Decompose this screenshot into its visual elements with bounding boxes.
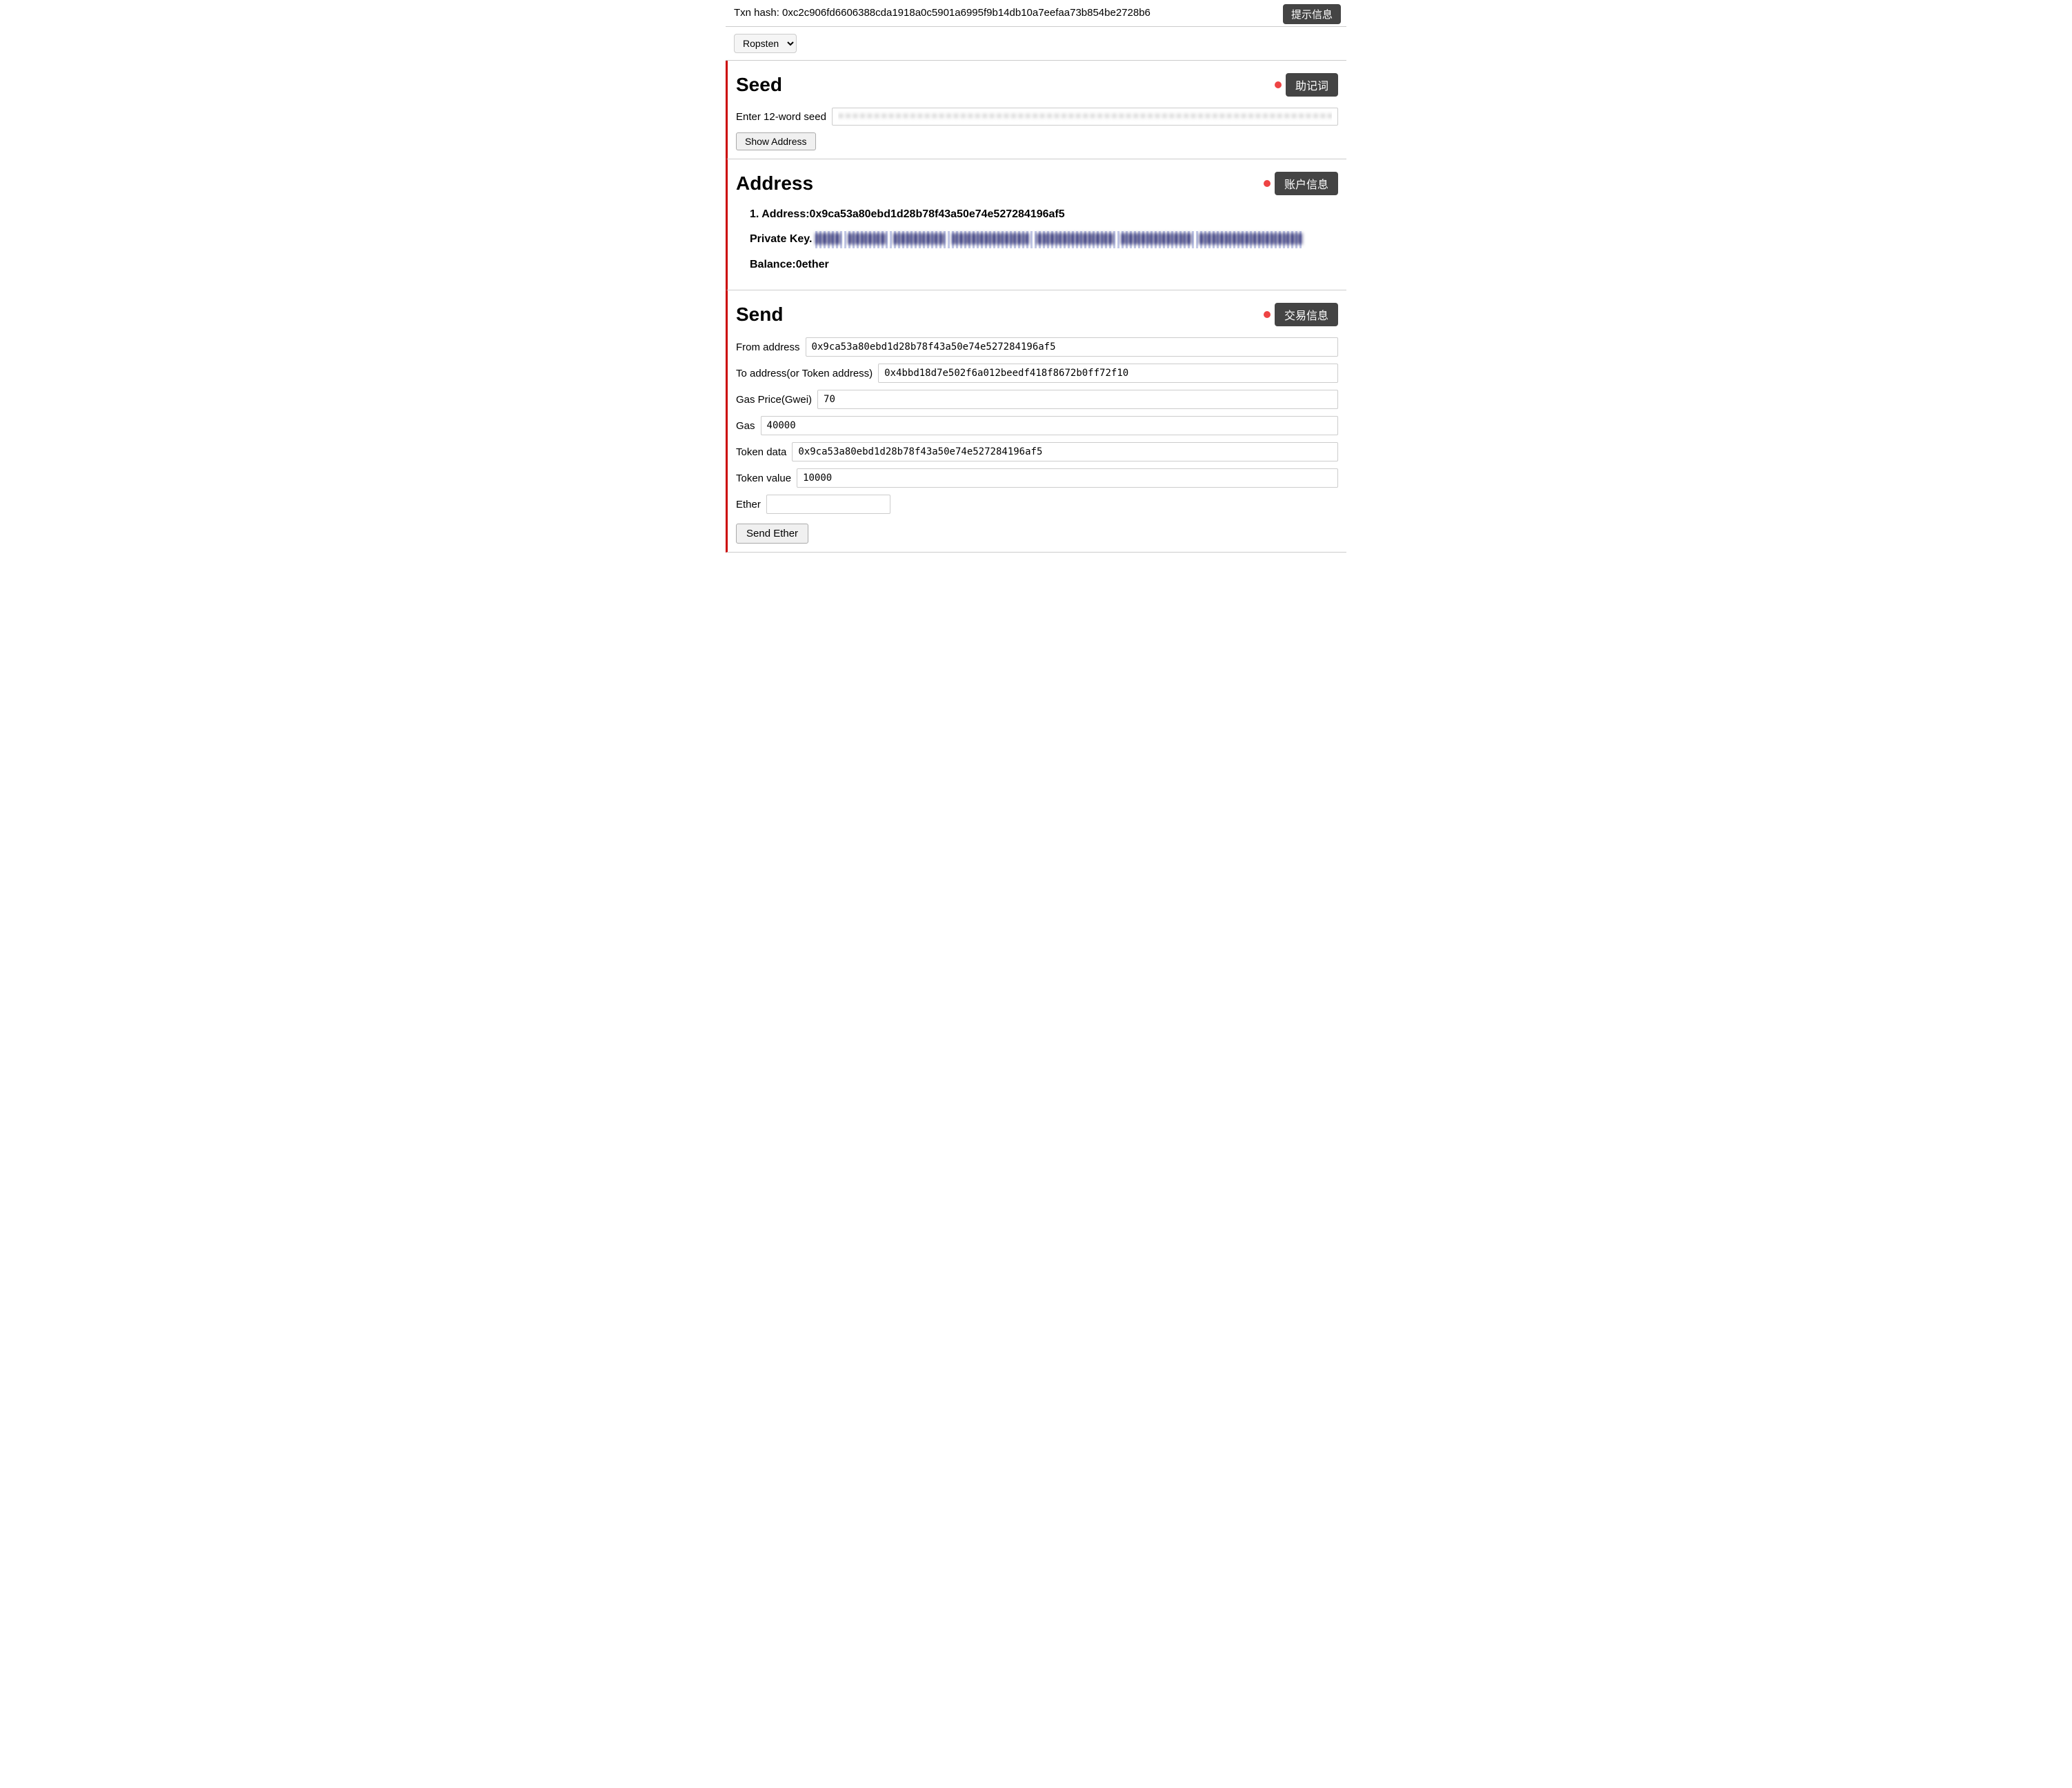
- send-badge-container: 交易信息: [1264, 303, 1338, 326]
- to-address-label: To address(or Token address): [736, 368, 873, 379]
- from-address-row: From address: [736, 337, 1338, 357]
- ether-row: Ether: [736, 495, 1338, 514]
- send-section-header: Send 交易信息: [736, 303, 1338, 326]
- token-value-label: Token value: [736, 473, 791, 484]
- gas-row: Gas: [736, 416, 1338, 435]
- address-section: Address 账户信息 1. Address:0x9ca53a80ebd1d2…: [726, 159, 1346, 290]
- token-data-input[interactable]: [792, 442, 1338, 461]
- from-address-input[interactable]: [806, 337, 1338, 357]
- private-key-value: ████ ██████ ████████ ████████████ ██████…: [815, 231, 1303, 248]
- seed-section: Seed 助记词 Enter 12-word seed Show Address: [726, 61, 1346, 159]
- gas-label: Gas: [736, 420, 755, 432]
- address-line: 1. Address:0x9ca53a80ebd1d28b78f43a50e74…: [750, 206, 1338, 223]
- seed-input[interactable]: [832, 108, 1338, 126]
- address-title: Address: [736, 172, 813, 195]
- address-badge-container: 账户信息: [1264, 172, 1338, 195]
- token-data-label: Token data: [736, 446, 786, 458]
- seed-badge-container: 助记词: [1275, 73, 1338, 97]
- address-section-header: Address 账户信息: [736, 172, 1338, 195]
- balance-line: Balance:0ether: [750, 257, 1338, 273]
- seed-title: Seed: [736, 74, 782, 96]
- send-title: Send: [736, 304, 783, 326]
- seed-row: Enter 12-word seed: [736, 108, 1338, 126]
- seed-section-header: Seed 助记词: [736, 73, 1338, 97]
- balance-value: 0ether: [796, 259, 829, 270]
- send-ether-button[interactable]: Send Ether: [736, 524, 808, 544]
- network-bar: Ropsten Mainnet Rinkeby Kovan: [726, 27, 1346, 61]
- send-section: Send 交易信息 From address To address(or Tok…: [726, 290, 1346, 553]
- network-select[interactable]: Ropsten Mainnet Rinkeby Kovan: [734, 34, 797, 53]
- address-badge-dot: [1264, 180, 1271, 187]
- address-item: 1. Address:0x9ca53a80ebd1d28b78f43a50e74…: [750, 206, 1338, 273]
- address-badge-label: 账户信息: [1275, 172, 1338, 195]
- token-value-row: Token value: [736, 468, 1338, 488]
- gas-input[interactable]: [761, 416, 1338, 435]
- top-bar: Txn hash: 0xc2c906fd6606388cda1918a0c590…: [726, 0, 1346, 27]
- private-key-line: Private Key. ████ ██████ ████████ ██████…: [750, 231, 1338, 248]
- gas-price-label: Gas Price(Gwei): [736, 394, 812, 406]
- gas-price-input[interactable]: [817, 390, 1338, 409]
- to-address-input[interactable]: [878, 364, 1338, 383]
- address-value: 0x9ca53a80ebd1d28b78f43a50e74e527284196a…: [810, 208, 1065, 220]
- ether-input[interactable]: [766, 495, 890, 514]
- seed-badge-label: 助记词: [1286, 73, 1338, 97]
- txn-hash: Txn hash: 0xc2c906fd6606388cda1918a0c590…: [734, 7, 1150, 19]
- send-badge-label: 交易信息: [1275, 303, 1338, 326]
- token-data-row: Token data: [736, 442, 1338, 461]
- from-address-label: From address: [736, 341, 800, 353]
- tooltip-badge: 提示信息: [1283, 4, 1341, 24]
- show-address-button[interactable]: Show Address: [736, 132, 816, 150]
- send-badge-dot: [1264, 311, 1271, 318]
- seed-input-label: Enter 12-word seed: [736, 111, 826, 123]
- token-value-input[interactable]: [797, 468, 1338, 488]
- to-address-row: To address(or Token address): [736, 364, 1338, 383]
- gas-price-row: Gas Price(Gwei): [736, 390, 1338, 409]
- ether-label: Ether: [736, 499, 761, 510]
- seed-badge-dot: [1275, 81, 1282, 88]
